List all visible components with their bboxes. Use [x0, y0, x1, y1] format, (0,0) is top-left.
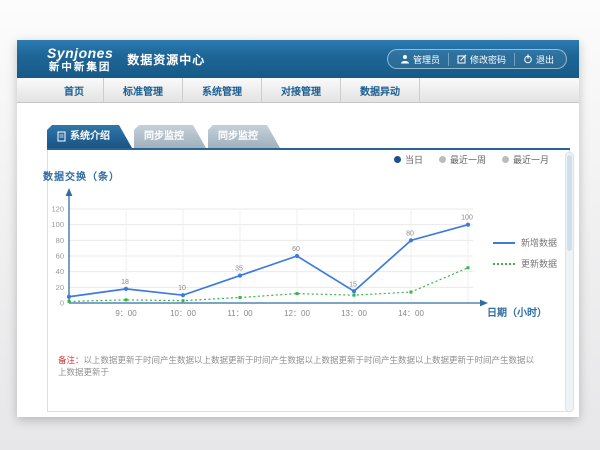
svg-text:120: 120	[51, 205, 64, 214]
footnote-prefix: 备注：	[58, 355, 84, 365]
company-logo: Synjones 新中新集团	[47, 46, 113, 73]
svg-text:10：00: 10：00	[170, 309, 196, 318]
svg-text:80: 80	[56, 236, 64, 245]
svg-text:20: 20	[56, 283, 64, 292]
svg-text:40: 40	[56, 267, 64, 276]
green-dotted-line-sample	[493, 263, 515, 265]
svg-text:12：00: 12：00	[284, 309, 310, 318]
svg-text:18: 18	[121, 279, 129, 286]
y-axis-title: 数据交换（条）	[43, 168, 120, 183]
svg-text:15: 15	[349, 281, 357, 288]
legend-new-data[interactable]: 新增数据	[493, 236, 557, 249]
legend-label: 更新数据	[521, 257, 557, 270]
legend-updated-data[interactable]: 更新数据	[493, 257, 557, 270]
svg-text:13：00: 13：00	[341, 309, 367, 318]
footnote: 备注：以上数据更新于时间产生数据以上数据更新于时间产生数据以上数据更新于时间产生…	[58, 355, 538, 379]
radio-dot	[502, 156, 509, 163]
user-icon	[400, 54, 410, 64]
tab-label: 同步监控	[218, 125, 258, 148]
tab-system-intro[interactable]: 系统介绍	[47, 125, 132, 148]
svg-text:100: 100	[51, 220, 64, 229]
radio-label: 最近一月	[513, 153, 549, 166]
svg-text:80: 80	[406, 230, 414, 237]
tab-label: 系统介绍	[70, 125, 110, 148]
time-range-selector: 当日 最近一周 最近一月	[394, 153, 549, 166]
svg-text:60: 60	[292, 246, 300, 253]
svg-text:100: 100	[461, 215, 473, 222]
nav-item-standard-mgmt[interactable]: 标准管理	[104, 78, 183, 102]
scrollbar-thumb[interactable]	[567, 155, 572, 251]
radio-dot	[439, 156, 446, 163]
svg-text:60: 60	[56, 252, 64, 261]
nav-item-system-mgmt[interactable]: 系统管理	[183, 78, 262, 102]
user-toolbar: 管理员 修改密码 退出	[387, 49, 567, 69]
main-nav: 首页 标准管理 系统管理 对接管理 数据异动	[17, 78, 579, 103]
document-icon	[57, 131, 66, 142]
svg-text:9：00: 9：00	[115, 309, 137, 318]
tab-label: 同步监控	[144, 125, 184, 148]
edit-icon	[457, 54, 467, 64]
legend-label: 新增数据	[521, 236, 557, 249]
logo-company-name: 新中新集团	[47, 62, 113, 73]
nav-item-home[interactable]: 首页	[45, 78, 104, 102]
nav-item-integration-mgmt[interactable]: 对接管理	[262, 78, 341, 102]
page-title: 数据资源中心	[127, 51, 205, 68]
footnote-text: 以上数据更新于时间产生数据以上数据更新于时间产生数据以上数据更新于时间产生数据以…	[58, 355, 534, 377]
logout-button[interactable]: 退出	[514, 53, 562, 66]
tab-sync-monitor-1[interactable]: 同步监控	[134, 125, 206, 148]
radio-label: 当日	[405, 153, 423, 166]
svg-text:10: 10	[178, 285, 186, 292]
power-icon	[523, 54, 533, 64]
svg-text:14：00: 14：00	[398, 309, 424, 318]
radio-last-week[interactable]: 最近一周	[439, 153, 486, 166]
current-user[interactable]: 管理员	[392, 53, 448, 66]
app-header: Synjones 新中新集团 数据资源中心 管理员 修改密码	[17, 40, 579, 78]
tab-sync-monitor-2[interactable]: 同步监控	[208, 125, 280, 148]
app-window: Synjones 新中新集团 数据资源中心 管理员 修改密码	[17, 40, 579, 417]
radio-label: 最近一周	[450, 153, 486, 166]
series-legend: 新增数据 更新数据	[493, 236, 557, 278]
user-name-label: 管理员	[413, 53, 440, 66]
exchange-chart: 0 20 40 60 80 100 120 9：00 10：00 11：00 12：00 13：00 1…	[41, 185, 493, 321]
nav-item-data-change[interactable]: 数据异动	[341, 78, 420, 102]
tab-bar: 系统介绍 同步监控 同步监控	[47, 125, 282, 148]
svg-text:35: 35	[235, 266, 243, 273]
logout-label: 退出	[536, 53, 554, 66]
change-password-label: 修改密码	[470, 53, 506, 66]
svg-text:0: 0	[60, 299, 64, 308]
radio-dot-selected	[394, 156, 401, 163]
radio-today[interactable]: 当日	[394, 153, 423, 166]
radio-last-month[interactable]: 最近一月	[502, 153, 549, 166]
x-axis-title: 日期（小时）	[487, 304, 547, 319]
chart-container: 0 20 40 60 80 100 120 9：00 10：00 11：00 12：00 13：00 1…	[41, 185, 493, 321]
change-password-button[interactable]: 修改密码	[448, 53, 514, 66]
vertical-scrollbar[interactable]	[565, 152, 574, 412]
svg-text:11：00: 11：00	[227, 309, 253, 318]
blue-line-sample	[493, 242, 515, 244]
logo-brand-text: Synjones	[47, 46, 113, 60]
